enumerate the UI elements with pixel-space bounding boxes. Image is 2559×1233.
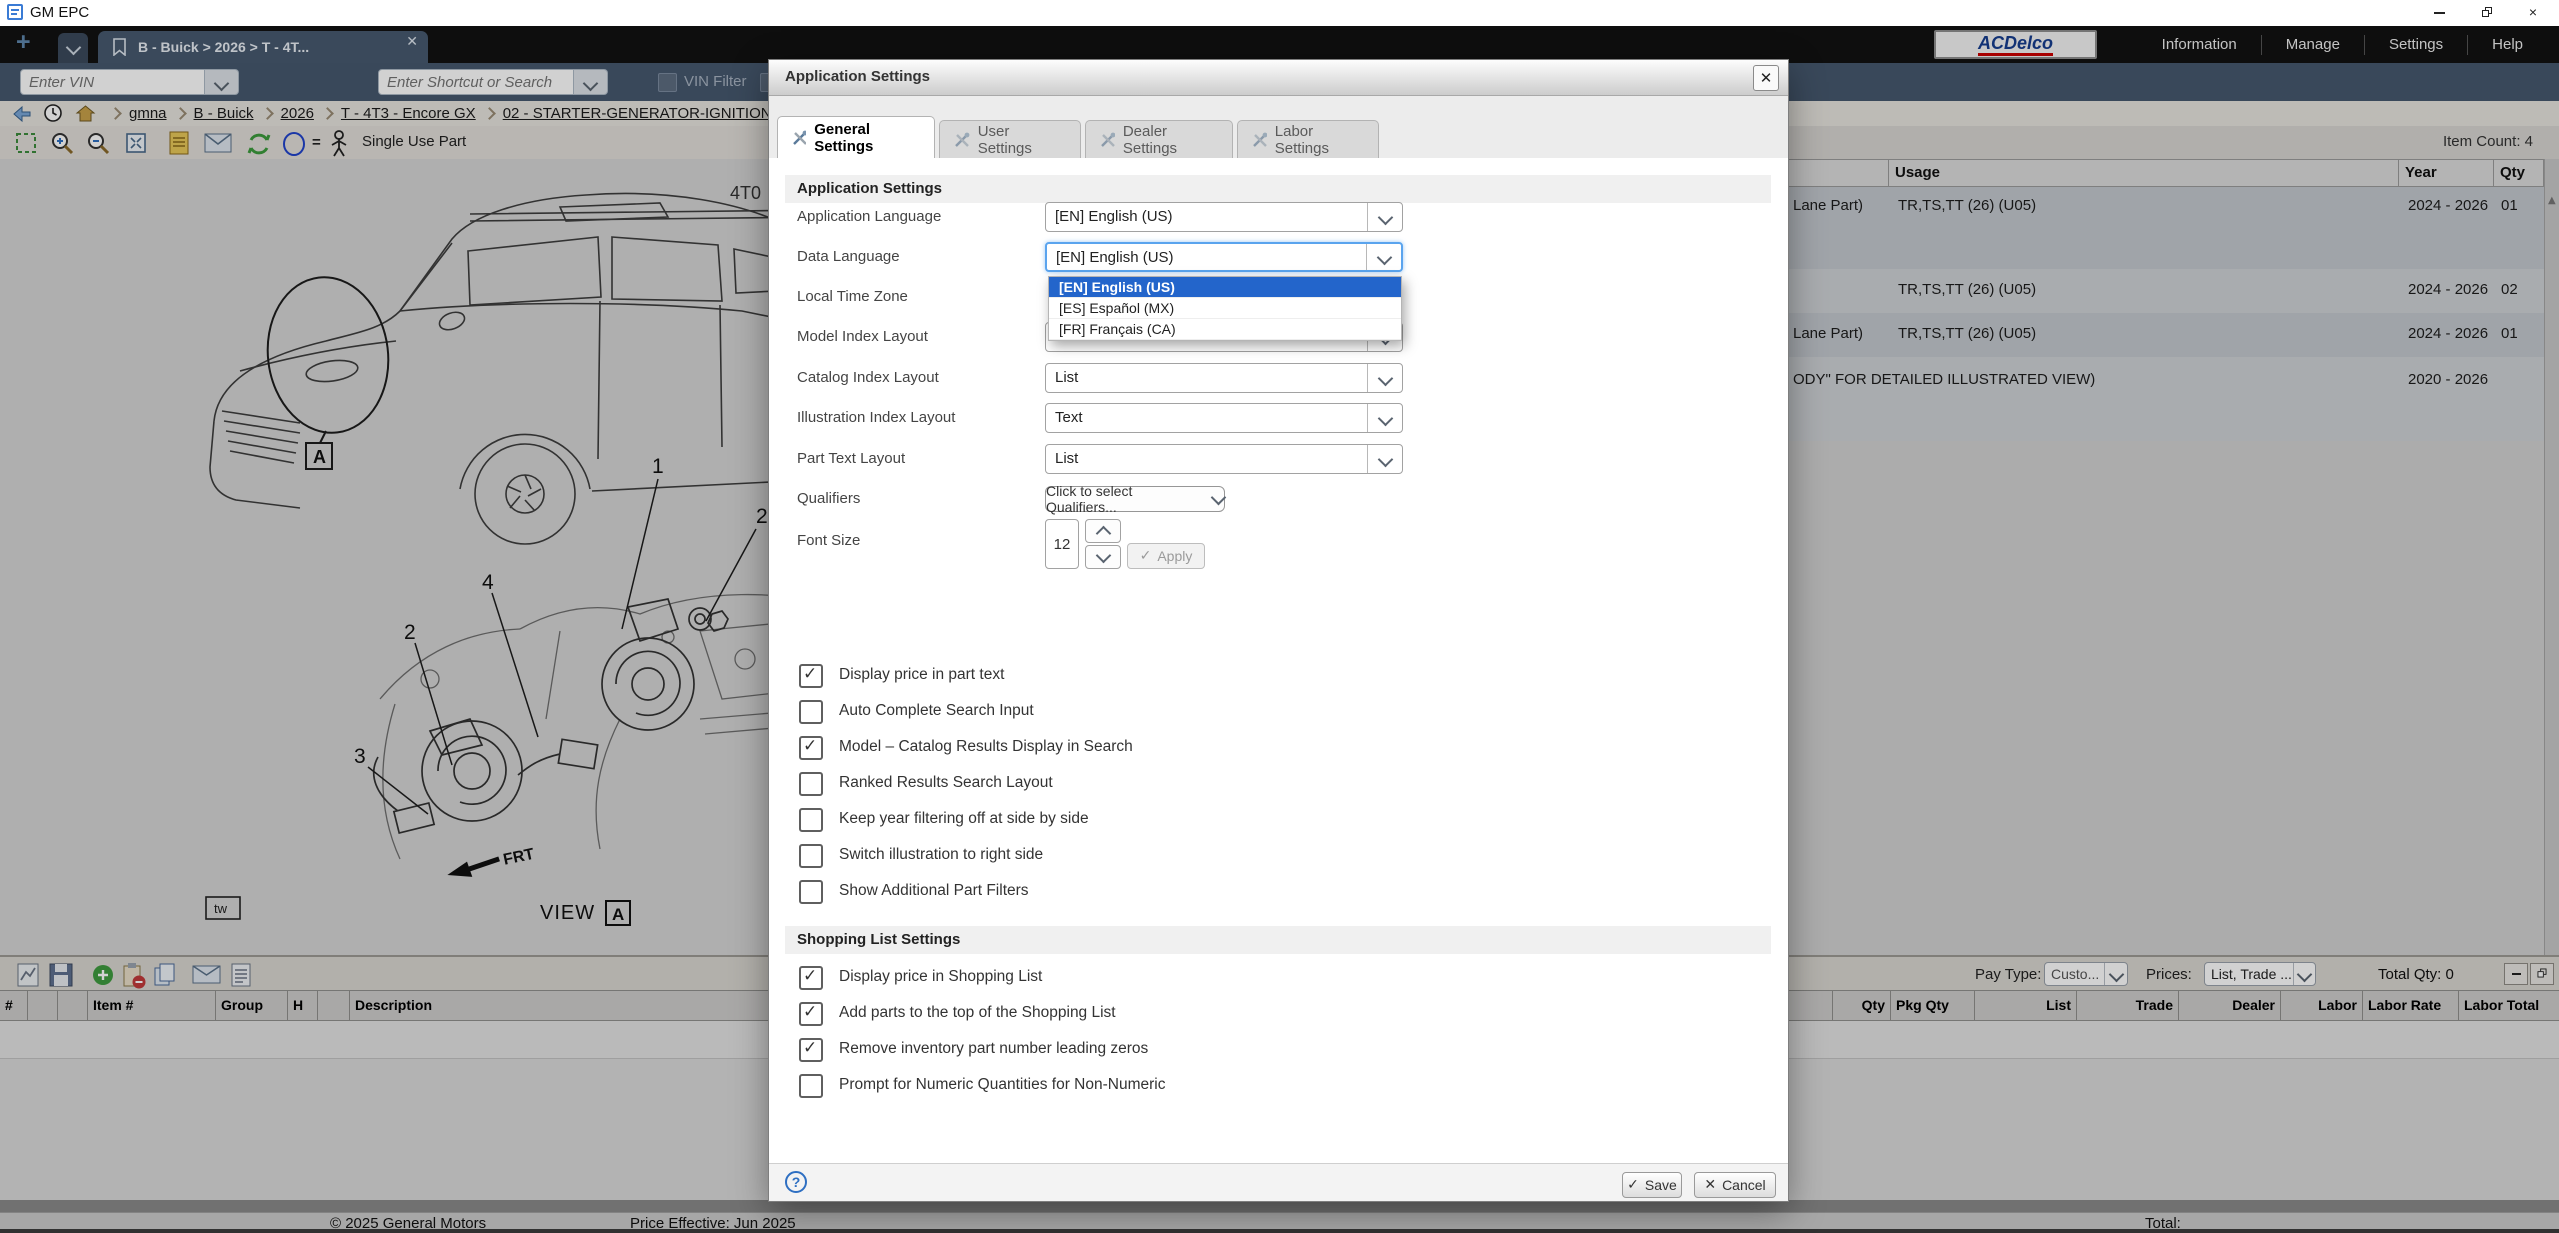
checkbox-box[interactable]: ✓ xyxy=(799,1074,823,1098)
checkbox-label: Remove inventory part number leading zer… xyxy=(839,1040,1148,1058)
dialog-body: Application Settings Application Languag… xyxy=(769,158,1788,1163)
section-shopping-list-settings: Shopping List Settings xyxy=(785,926,1771,954)
font-size-label: Font Size xyxy=(797,526,860,556)
checkbox-label: Display price in part text xyxy=(839,666,1004,684)
dialog-help-icon[interactable]: ? xyxy=(785,1171,807,1193)
checkbox-box[interactable]: ✓ xyxy=(799,700,823,724)
checkbox-label: Add parts to the top of the Shopping Lis… xyxy=(839,1004,1116,1022)
checkbox-label: Prompt for Numeric Quantities for Non-Nu… xyxy=(839,1076,1165,1094)
dropdown-option-en[interactable]: [EN] English (US) xyxy=(1049,277,1401,298)
font-size-apply-button[interactable]: ✓Apply xyxy=(1127,543,1205,569)
data-language-dropdown: [EN] English (US) [ES] Español (MX) [FR]… xyxy=(1048,276,1402,341)
font-size-up-button[interactable] xyxy=(1085,519,1121,543)
checkbox-box[interactable]: ✓ xyxy=(799,966,823,990)
tools-icon xyxy=(1100,132,1115,148)
app-icon xyxy=(7,4,23,20)
local-time-zone-label: Local Time Zone xyxy=(797,282,908,312)
dialog-close-button[interactable]: ✕ xyxy=(1753,65,1779,91)
chevron-down-icon[interactable] xyxy=(1367,404,1402,432)
tab-labor-settings[interactable]: Labor Settings xyxy=(1237,120,1379,158)
save-button[interactable]: ✓Save xyxy=(1622,1172,1682,1198)
font-size-down-button[interactable] xyxy=(1085,545,1121,569)
checkbox-box[interactable]: ✓ xyxy=(799,1038,823,1062)
x-icon: ✕ xyxy=(1704,1177,1716,1193)
chevron-down-icon[interactable] xyxy=(1367,364,1402,392)
restore-button[interactable] xyxy=(2467,0,2507,25)
tab-dealer-settings[interactable]: Dealer Settings xyxy=(1085,120,1233,158)
qualifiers-label: Qualifiers xyxy=(797,484,860,514)
dialog-header[interactable]: Application Settings ✕ xyxy=(769,60,1788,96)
dialog-tab-strip: General Settings User Settings Dealer Se… xyxy=(769,96,1788,158)
catalog-index-layout-select[interactable]: List xyxy=(1045,363,1403,393)
window-title: GM EPC xyxy=(30,4,89,21)
illustration-index-layout-select[interactable]: Text xyxy=(1045,403,1403,433)
checkbox-label: Display price in Shopping List xyxy=(839,968,1042,986)
tools-icon xyxy=(1252,132,1267,148)
chevron-down-icon[interactable] xyxy=(1366,244,1401,270)
title-bar: GM EPC × xyxy=(0,0,2559,27)
section-application-settings: Application Settings xyxy=(785,175,1771,203)
tools-icon xyxy=(954,132,970,148)
font-size-input[interactable]: 12 xyxy=(1045,519,1079,569)
dropdown-option-es[interactable]: [ES] Español (MX) xyxy=(1049,298,1401,319)
checkbox-box[interactable]: ✓ xyxy=(799,664,823,688)
check-icon: ✓ xyxy=(803,1038,817,1058)
checkbox-box[interactable]: ✓ xyxy=(799,1002,823,1026)
dialog-title: Application Settings xyxy=(785,68,930,85)
checkbox-box[interactable]: ✓ xyxy=(799,772,823,796)
check-icon: ✓ xyxy=(803,966,817,986)
chevron-down-icon[interactable] xyxy=(1367,203,1402,231)
close-button[interactable]: × xyxy=(2513,0,2553,25)
part-text-layout-select[interactable]: List xyxy=(1045,444,1403,474)
tab-general-settings[interactable]: General Settings xyxy=(777,116,935,158)
illustration-index-layout-label: Illustration Index Layout xyxy=(797,403,955,433)
tools-icon xyxy=(792,130,806,146)
checkbox-box[interactable]: ✓ xyxy=(799,844,823,868)
checkbox-box[interactable]: ✓ xyxy=(799,808,823,832)
model-index-layout-label: Model Index Layout xyxy=(797,322,928,352)
checkbox-label: Switch illustration to right side xyxy=(839,846,1043,864)
check-icon: ✓ xyxy=(803,736,817,756)
check-icon: ✓ xyxy=(1140,548,1152,564)
data-language-label: Data Language xyxy=(797,242,900,272)
data-language-select[interactable]: [EN] English (US) xyxy=(1045,242,1403,272)
application-language-select[interactable]: [EN] English (US) xyxy=(1045,202,1403,232)
dialog-footer: ? ✓Save ✕Cancel xyxy=(769,1163,1788,1201)
application-language-label: Application Language xyxy=(797,202,941,232)
minimize-button[interactable] xyxy=(2419,0,2459,25)
application-settings-dialog: Application Settings ✕ General Settings … xyxy=(769,60,1788,1201)
tab-user-settings[interactable]: User Settings xyxy=(939,120,1081,158)
checkbox-label: Keep year filtering off at side by side xyxy=(839,810,1089,828)
chevron-down-icon[interactable] xyxy=(1367,445,1402,473)
check-icon: ✓ xyxy=(803,1002,817,1022)
check-icon: ✓ xyxy=(803,664,817,684)
catalog-index-layout-label: Catalog Index Layout xyxy=(797,363,939,393)
cancel-button[interactable]: ✕Cancel xyxy=(1694,1172,1776,1198)
checkbox-label: Show Additional Part Filters xyxy=(839,882,1029,900)
part-text-layout-label: Part Text Layout xyxy=(797,444,905,474)
check-icon: ✓ xyxy=(1627,1177,1639,1193)
gm-epc-window: GM EPC × + B - Buick > 2026 > T - 4T... … xyxy=(0,0,2559,1233)
checkbox-label: Auto Complete Search Input xyxy=(839,702,1034,720)
checkbox-box[interactable]: ✓ xyxy=(799,880,823,904)
dropdown-option-fr[interactable]: [FR] Français (CA) xyxy=(1049,319,1401,340)
checkbox-label: Model – Catalog Results Display in Searc… xyxy=(839,738,1133,756)
checkbox-label: Ranked Results Search Layout xyxy=(839,774,1053,792)
checkbox-box[interactable]: ✓ xyxy=(799,736,823,760)
qualifiers-button[interactable]: Click to select Qualifiers... xyxy=(1045,486,1225,512)
